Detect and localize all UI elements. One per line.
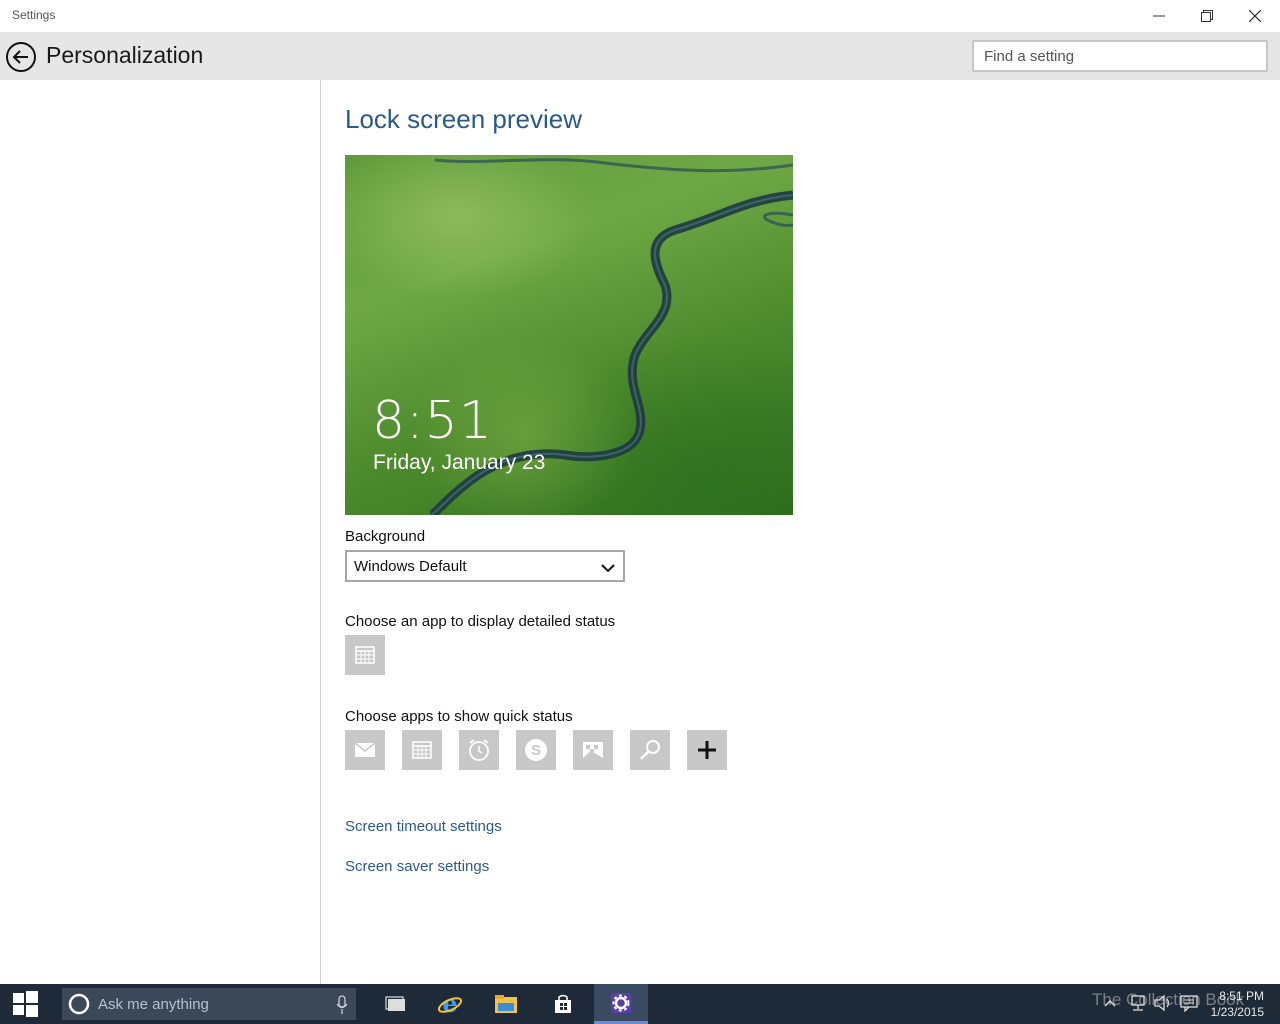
lock-screen-date: Friday, January 23	[373, 451, 546, 474]
folder-icon	[495, 995, 517, 1013]
cortana-circle-icon	[68, 993, 90, 1015]
task-view-icon	[385, 996, 405, 1011]
page-title: Personalization	[46, 42, 204, 68]
minimize-button[interactable]	[1136, 0, 1182, 32]
settings-gear-icon	[611, 992, 631, 1013]
svg-text:e: e	[442, 991, 457, 1017]
restore-button[interactable]	[1184, 0, 1230, 32]
background-label: Background	[345, 528, 426, 545]
app-title: Settings	[12, 8, 56, 22]
lock-screen-time: 8:51	[372, 391, 493, 451]
microphone-icon	[336, 995, 348, 1014]
mail-icon	[354, 742, 376, 757]
show-hidden-icons-chevron-icon[interactable]	[1104, 998, 1116, 1008]
quick-status-search-button[interactable]	[630, 730, 670, 770]
close-icon	[1249, 10, 1261, 22]
screen-timeout-settings-link[interactable]: Screen timeout settings	[345, 818, 502, 835]
windows-logo-icon	[13, 991, 38, 1017]
settings-taskbar-button[interactable]	[594, 984, 648, 1024]
screen-saver-settings-link[interactable]: Screen saver settings	[345, 858, 489, 875]
file-explorer-button[interactable]	[482, 984, 530, 1024]
svg-text:S: S	[531, 742, 541, 759]
find-setting-input[interactable]	[974, 42, 1264, 70]
clock-time: 8:51 PM	[1219, 989, 1264, 1003]
title-bar: Settings	[0, 0, 1280, 32]
search-icon	[640, 740, 660, 760]
task-view-button[interactable]	[372, 984, 420, 1024]
start-button[interactable]	[0, 984, 50, 1024]
store-button[interactable]	[539, 984, 587, 1024]
cortana-search-box[interactable]: Ask me anything	[62, 988, 356, 1020]
chevron-down-icon	[601, 560, 615, 578]
store-bag-icon	[555, 994, 571, 1013]
settings-window: Settings Personalization Find a setting …	[0, 0, 1280, 984]
restore-icon	[1201, 10, 1213, 22]
quick-status-mail-button[interactable]	[345, 730, 385, 770]
taskbar-clock[interactable]: 8:51 PM 1/23/2015	[1211, 988, 1264, 1020]
volume-icon[interactable]	[1153, 994, 1173, 1012]
internet-explorer-button[interactable]: e	[426, 984, 474, 1024]
network-icon[interactable]	[1130, 994, 1148, 1012]
photos-icon	[583, 742, 603, 758]
quick-status-calendar-button[interactable]	[402, 730, 442, 770]
quick-status-label: Choose apps to show quick status	[345, 708, 573, 725]
find-setting-search[interactable]	[972, 40, 1268, 72]
skype-icon: S	[525, 739, 547, 761]
internet-explorer-icon: e	[437, 991, 463, 1017]
background-dropdown[interactable]: Windows Default	[345, 550, 625, 582]
calendar-icon	[355, 646, 375, 664]
add-quick-status-app-button[interactable]	[687, 730, 727, 770]
clock-date: 1/23/2015	[1210, 1005, 1264, 1019]
quick-status-skype-button[interactable]: S	[516, 730, 556, 770]
background-dropdown-value: Windows Default	[354, 558, 467, 575]
close-button[interactable]	[1232, 0, 1278, 32]
cortana-placeholder: Ask me anything	[98, 996, 209, 1013]
add-icon	[698, 741, 716, 759]
calendar-icon	[412, 741, 432, 759]
section-title: Lock screen preview	[345, 104, 582, 134]
taskbar: Ask me anything e The Collection Book 8:…	[0, 984, 1280, 1024]
back-button[interactable]	[5, 41, 37, 73]
detailed-status-label: Choose an app to display detailed status	[345, 613, 616, 630]
quick-status-alarm-button[interactable]	[459, 730, 499, 770]
lock-screen-preview: 8:51 Friday, January 23	[345, 155, 793, 515]
left-pane	[0, 80, 320, 984]
page-header: Personalization	[0, 32, 1280, 80]
detailed-status-app-button[interactable]	[345, 635, 385, 675]
action-center-icon[interactable]	[1180, 994, 1198, 1012]
alarm-icon	[469, 739, 489, 761]
pane-divider	[320, 80, 321, 984]
back-arrow-icon	[6, 42, 36, 72]
quick-status-photos-button[interactable]	[573, 730, 613, 770]
minimize-icon	[1153, 15, 1165, 17]
